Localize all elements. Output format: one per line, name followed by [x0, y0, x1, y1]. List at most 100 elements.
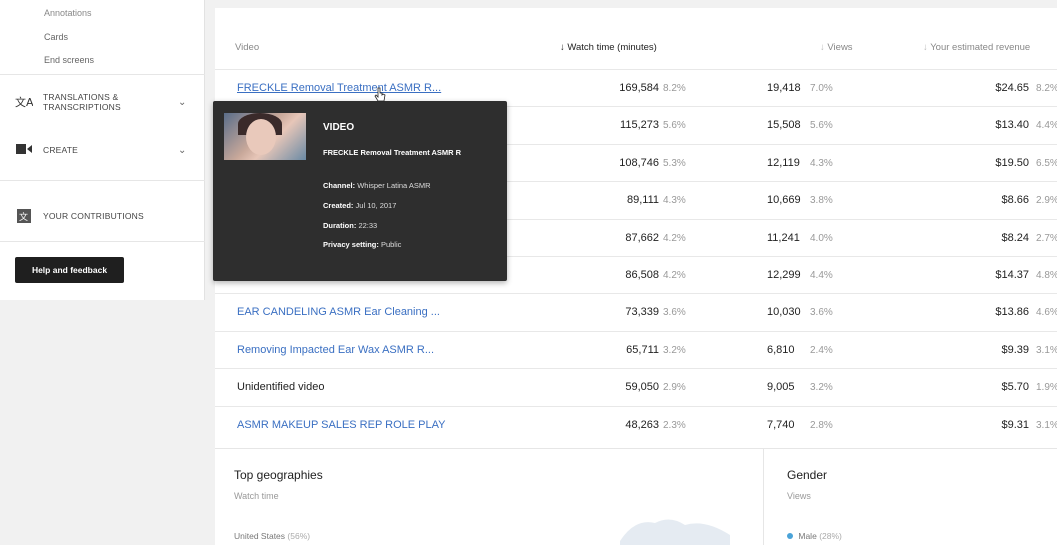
tooltip-title: FRECKLE Removal Treatment ASMR R — [323, 148, 462, 157]
watch-time-value: 86,508 — [625, 269, 659, 281]
section-divider — [215, 448, 1057, 449]
sidebar-divider — [0, 74, 205, 75]
watch-time-pct: 4.2% — [663, 232, 686, 244]
dot-icon — [787, 533, 793, 539]
sidebar-divider — [0, 180, 205, 181]
revenue-pct: 2.7% — [1036, 232, 1057, 244]
gender-name: Male — [798, 531, 817, 541]
sidebar-item-create[interactable]: CREATE ⌄ — [0, 130, 205, 170]
video-title[interactable]: FRECKLE Removal Treatment ASMR R... — [237, 82, 441, 94]
tooltip-channel: Channel: Whisper Latina ASMR — [323, 181, 431, 190]
table-row[interactable]: EAR CANDELING ASMR Ear Cleaning ... 73,33… — [215, 293, 1057, 330]
arrow-down-icon: ↓ — [820, 42, 825, 53]
watch-time-value: 108,746 — [619, 156, 659, 169]
watch-time-pct: 8.2% — [663, 83, 686, 94]
sidebar-item-label: TRANSLATIONS & TRANSCRIPTIONS — [43, 92, 121, 112]
video-title: Unidentified video — [237, 381, 325, 394]
chevron-down-icon[interactable]: ⌄ — [178, 97, 186, 108]
geographies-title: Top geographies — [234, 468, 323, 482]
table-row[interactable]: Unidentified video 59,050 2.9% 9,005 3.2% $5.… — [215, 368, 1057, 405]
geography-pct: (56%) — [287, 531, 311, 541]
revenue-pct: 4.6% — [1036, 307, 1057, 319]
header-watch-time[interactable]: ↓ Watch time (minutes) — [560, 42, 657, 53]
watch-time-value: 87,662 — [625, 231, 659, 244]
revenue-pct: 6.5% — [1036, 157, 1057, 169]
sidebar-link-end-screens[interactable]: End screens — [44, 55, 94, 65]
revenue-pct: 2.9% — [1036, 195, 1057, 207]
watch-time-value: 59,050 — [625, 381, 659, 394]
video-title[interactable]: ASMR MAKEUP SALES REP ROLE PLAY — [237, 419, 445, 431]
watch-time-value: 73,339 — [625, 306, 659, 319]
help-feedback-button[interactable]: Help and feedback — [15, 257, 124, 283]
views-pct: 2.8% — [810, 419, 833, 431]
revenue-value: $8.66 — [1001, 194, 1029, 207]
views-pct: 3.2% — [810, 382, 833, 394]
watch-time-value: 65,711 — [626, 343, 659, 356]
watch-time-pct: 4.3% — [663, 195, 686, 207]
revenue-pct: 8.2% — [1036, 83, 1057, 94]
revenue-pct: 4.8% — [1036, 270, 1057, 281]
revenue-value: $9.31 — [1001, 418, 1029, 431]
watch-time-value: 48,263 — [625, 418, 659, 431]
views-value: 11,241 — [767, 231, 800, 244]
geographies-subtitle: Watch time — [234, 491, 279, 501]
views-pct: 4.3% — [810, 157, 833, 169]
header-revenue[interactable]: ↓ Your estimated revenue — [923, 42, 1030, 53]
revenue-value: $13.86 — [995, 306, 1029, 319]
revenue-pct: 3.1% — [1036, 344, 1057, 356]
revenue-value: $14.37 — [995, 269, 1029, 281]
table-row[interactable]: ASMR MAKEUP SALES REP ROLE PLAY 48,263 2.3… — [215, 405, 1057, 443]
views-pct: 3.8% — [810, 195, 833, 207]
sidebar: Annotations Cards End screens 文A TRANSLA… — [0, 0, 205, 300]
table-row[interactable]: Removing Impacted Ear Wax ASMR R... 65,71… — [215, 330, 1057, 368]
views-value: 19,418 — [767, 82, 801, 94]
watch-time-pct: 5.6% — [663, 120, 686, 132]
views-pct: 4.0% — [810, 232, 833, 244]
translate-icon: 文A — [15, 95, 34, 109]
views-pct: 3.6% — [810, 307, 833, 319]
sidebar-link-annotations[interactable]: Annotations — [44, 8, 92, 18]
arrow-down-icon: ↓ — [923, 42, 928, 53]
svg-text:文A: 文A — [15, 95, 33, 109]
views-pct: 7.0% — [810, 83, 833, 94]
revenue-value: $9.39 — [1001, 343, 1029, 356]
arrow-down-icon: ↓ — [560, 42, 565, 53]
views-pct: 2.4% — [810, 344, 833, 356]
sidebar-item-translations[interactable]: 文A TRANSLATIONS & TRANSCRIPTIONS ⌄ — [0, 82, 205, 122]
views-value: 12,299 — [767, 269, 801, 281]
panel-divider — [763, 448, 764, 545]
gender-item: Male (28%) — [787, 531, 842, 541]
views-value: 15,508 — [767, 119, 801, 132]
views-value: 6,810 — [767, 343, 795, 356]
watch-time-value: 89,111 — [626, 194, 659, 207]
watch-time-pct: 3.2% — [663, 344, 686, 356]
revenue-value: $5.70 — [1001, 381, 1029, 394]
views-pct: 5.6% — [810, 120, 833, 132]
header-video[interactable]: Video — [235, 42, 259, 53]
views-value: 10,669 — [767, 194, 801, 207]
tooltip-created: Created: Jul 10, 2017 — [323, 201, 397, 210]
chevron-down-icon[interactable]: ⌄ — [178, 145, 186, 156]
video-title[interactable]: Removing Impacted Ear Wax ASMR R... — [237, 344, 434, 356]
watch-time-pct: 2.9% — [663, 382, 686, 394]
svg-text:文: 文 — [19, 211, 28, 223]
watch-time-pct: 4.2% — [663, 270, 686, 281]
revenue-value: $8.24 — [1001, 231, 1029, 244]
video-camera-icon — [15, 143, 33, 157]
watch-time-pct: 2.3% — [663, 419, 686, 431]
tooltip-type: VIDEO — [323, 122, 355, 133]
views-value: 10,030 — [767, 306, 801, 319]
revenue-value: $13.40 — [995, 119, 1029, 132]
watch-time-value: 169,584 — [619, 82, 659, 94]
views-value: 12,119 — [767, 156, 800, 169]
sidebar-item-label: YOUR CONTRIBUTIONS — [43, 211, 144, 221]
tooltip-privacy: Privacy setting: Public — [323, 240, 402, 249]
header-views[interactable]: ↓ Views — [820, 42, 853, 53]
sidebar-divider — [0, 241, 205, 242]
sidebar-item-label: CREATE — [43, 145, 79, 155]
geography-name: United States — [234, 531, 286, 541]
sidebar-link-cards[interactable]: Cards — [44, 32, 68, 42]
gender-pct: (28%) — [819, 531, 842, 541]
video-title[interactable]: EAR CANDELING ASMR Ear Cleaning ... — [237, 306, 440, 318]
sidebar-item-contributions[interactable]: 文 YOUR CONTRIBUTIONS — [0, 196, 205, 236]
